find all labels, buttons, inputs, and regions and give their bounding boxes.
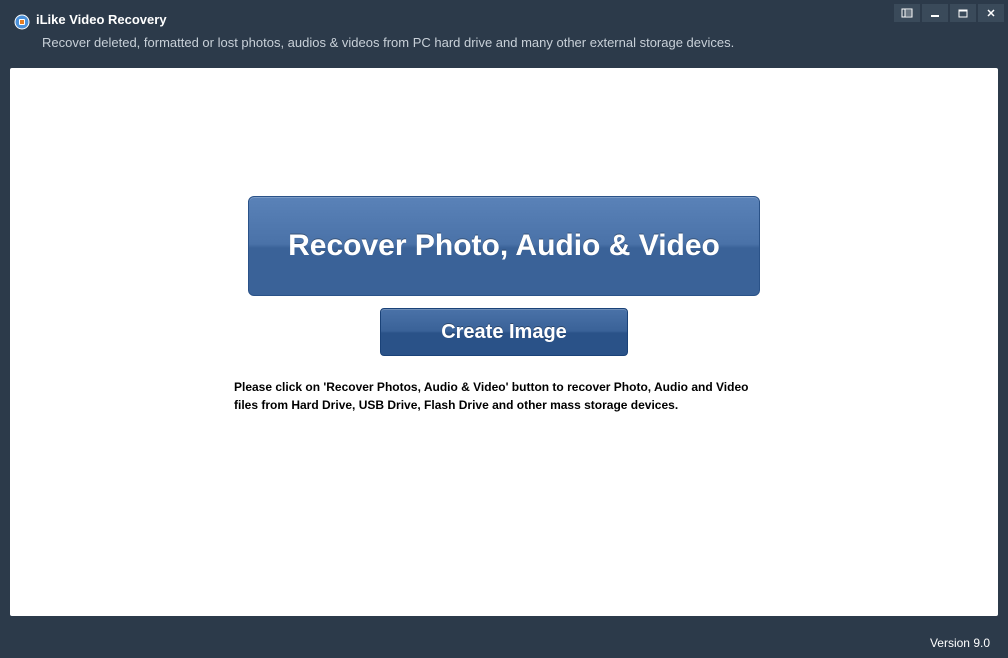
recover-button[interactable]: Recover Photo, Audio & Video xyxy=(248,196,760,296)
app-icon xyxy=(14,14,30,30)
options-icon xyxy=(901,8,913,18)
recover-button-label: Recover Photo, Audio & Video xyxy=(288,229,720,263)
window-controls xyxy=(892,4,1004,22)
version-label: Version 9.0 xyxy=(930,636,990,650)
app-title: iLike Video Recovery xyxy=(36,12,988,27)
maximize-button[interactable] xyxy=(950,4,976,22)
close-icon xyxy=(986,8,996,18)
main-content: Recover Photo, Audio & Video Create Imag… xyxy=(10,68,998,616)
create-image-button[interactable]: Create Image xyxy=(380,308,628,356)
create-image-button-label: Create Image xyxy=(441,321,567,344)
minimize-button[interactable] xyxy=(922,4,948,22)
app-subtitle: Recover deleted, formatted or lost photo… xyxy=(42,35,988,50)
minimize-icon xyxy=(930,8,940,18)
app-window: iLike Video Recovery Recover deleted, fo… xyxy=(0,0,1008,658)
app-header: iLike Video Recovery Recover deleted, fo… xyxy=(0,0,1008,68)
instruction-text: Please click on 'Recover Photos, Audio &… xyxy=(234,378,774,414)
options-button[interactable] xyxy=(894,4,920,22)
close-button[interactable] xyxy=(978,4,1004,22)
maximize-icon xyxy=(958,8,968,18)
